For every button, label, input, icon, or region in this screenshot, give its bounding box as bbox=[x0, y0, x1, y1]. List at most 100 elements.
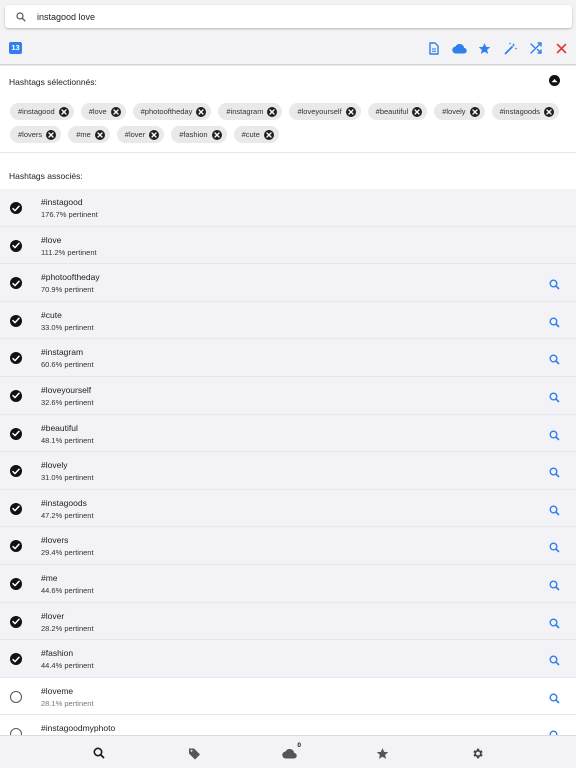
search-input[interactable]: instagood love bbox=[37, 12, 95, 22]
search-hashtag-icon[interactable] bbox=[549, 315, 561, 328]
relevance-text: 60.6% pertinent bbox=[41, 360, 94, 370]
chip-label: #beautiful bbox=[375, 107, 409, 116]
selected-chip[interactable]: #lover bbox=[116, 126, 165, 143]
search-hashtag-icon[interactable] bbox=[549, 653, 561, 666]
checked-icon[interactable] bbox=[10, 615, 22, 628]
relevance-text: 44.6% pertinent bbox=[41, 585, 94, 595]
nav-cloud[interactable]: 0 bbox=[281, 742, 301, 761]
copy-icon bbox=[429, 41, 439, 55]
hashtag-row[interactable]: #instagoodmyphoto bbox=[0, 715, 576, 735]
selected-chip[interactable]: #cute bbox=[233, 126, 279, 143]
remove-chip-icon[interactable] bbox=[94, 129, 105, 140]
search-hashtag-icon[interactable] bbox=[549, 503, 561, 516]
nav-tags[interactable] bbox=[186, 745, 202, 761]
checked-icon[interactable] bbox=[10, 502, 22, 515]
selected-section-title: Hashtags sélectionnés: bbox=[9, 77, 97, 87]
checked-icon[interactable] bbox=[10, 314, 22, 327]
favorite-button[interactable] bbox=[476, 40, 492, 56]
remove-chip-icon[interactable] bbox=[267, 106, 278, 117]
search-hashtag-icon[interactable] bbox=[549, 465, 561, 478]
selected-chip[interactable]: #beautiful bbox=[367, 103, 428, 120]
hashtag-row[interactable]: #lover 28.2% pertinent bbox=[0, 602, 576, 641]
checked-icon[interactable] bbox=[10, 653, 22, 666]
remove-chip-icon[interactable] bbox=[46, 129, 57, 140]
selected-count-badge: 13 bbox=[9, 42, 22, 54]
hashtag-row[interactable]: #instagood 176.7% pertinent bbox=[0, 189, 576, 227]
hashtag-row[interactable]: #love 111.2% pertinent bbox=[0, 226, 576, 265]
checked-icon[interactable] bbox=[10, 540, 22, 553]
search-hashtag-icon[interactable] bbox=[549, 352, 561, 365]
remove-chip-icon[interactable] bbox=[345, 106, 356, 117]
checked-icon[interactable] bbox=[10, 277, 22, 290]
selected-chip[interactable]: #instagood bbox=[10, 103, 74, 120]
remove-chip-icon[interactable] bbox=[58, 106, 69, 117]
checked-icon[interactable] bbox=[10, 239, 22, 252]
selected-chip[interactable]: #lovely bbox=[434, 103, 485, 120]
search-hashtag-icon[interactable] bbox=[549, 728, 561, 735]
hashtag-row[interactable]: #me 44.6% pertinent bbox=[0, 564, 576, 603]
hashtag-row[interactable]: #loveyourself 32.6% pertinent bbox=[0, 376, 576, 415]
selected-chip[interactable]: #me bbox=[68, 126, 110, 143]
hashtag-row[interactable]: #instagoods 47.2% pertinent bbox=[0, 489, 576, 528]
magic-wand-button[interactable] bbox=[502, 40, 518, 56]
checked-icon[interactable] bbox=[10, 577, 22, 590]
unchecked-circle-icon[interactable] bbox=[10, 728, 22, 735]
checked-icon[interactable] bbox=[10, 389, 22, 402]
remove-chip-icon[interactable] bbox=[544, 106, 555, 117]
chip-label: #instagram bbox=[226, 107, 264, 116]
selected-chip[interactable]: #fashion bbox=[171, 126, 227, 143]
hashtag-row[interactable]: #lovers 29.4% pertinent bbox=[0, 527, 576, 565]
remove-chip-icon[interactable] bbox=[149, 129, 160, 140]
hashtag-row[interactable]: #lovely 31.0% pertinent bbox=[0, 452, 576, 490]
search-hashtag-icon[interactable] bbox=[549, 578, 561, 591]
shuffle-button[interactable] bbox=[528, 40, 544, 56]
relevance-text: 33.0% pertinent bbox=[41, 322, 94, 332]
cloud-button[interactable] bbox=[451, 40, 467, 56]
collapse-button[interactable] bbox=[549, 75, 560, 86]
chip-label: #lovers bbox=[18, 130, 43, 139]
hashtag-row[interactable]: #loveme 28.1% pertinent bbox=[0, 677, 576, 716]
clear-button[interactable] bbox=[553, 40, 569, 56]
checked-icon[interactable] bbox=[10, 427, 22, 440]
selected-chip[interactable]: #lovers bbox=[10, 126, 62, 143]
hashtag-label: #lovers bbox=[41, 535, 69, 546]
checked-icon[interactable] bbox=[10, 465, 22, 478]
search-hashtag-icon[interactable] bbox=[549, 390, 561, 403]
hashtag-row[interactable]: #photooftheday 70.9% pertinent bbox=[0, 264, 576, 302]
relevance-text: 29.4% pertinent bbox=[41, 548, 94, 558]
selected-chip[interactable]: #instagram bbox=[218, 103, 283, 120]
checked-icon[interactable] bbox=[10, 202, 22, 214]
selected-chip[interactable]: #instagoods bbox=[491, 103, 560, 120]
search-hashtag-icon[interactable] bbox=[549, 691, 561, 704]
remove-chip-icon[interactable] bbox=[469, 106, 480, 117]
hashtag-row[interactable]: #instagram 60.6% pertinent bbox=[0, 339, 576, 377]
chevron-up-icon bbox=[551, 79, 558, 83]
nav-search[interactable] bbox=[91, 745, 107, 761]
selected-chip[interactable]: #loveyourself bbox=[289, 103, 361, 120]
search-hashtag-icon[interactable] bbox=[549, 616, 561, 629]
hashtag-row[interactable]: #beautiful 48.1% pertinent bbox=[0, 414, 576, 453]
unchecked-circle-icon[interactable] bbox=[10, 690, 22, 703]
star-icon bbox=[478, 42, 490, 54]
remove-chip-icon[interactable] bbox=[412, 106, 423, 117]
nav-favorites[interactable] bbox=[374, 745, 390, 761]
nav-settings[interactable] bbox=[469, 745, 485, 761]
shuffle-icon bbox=[529, 41, 542, 54]
search-hashtag-icon[interactable] bbox=[549, 428, 561, 441]
hashtag-label: #beautiful bbox=[41, 422, 78, 433]
cloud-icon bbox=[281, 748, 297, 759]
hashtag-row[interactable]: #cute 33.0% pertinent bbox=[0, 301, 576, 340]
remove-chip-icon[interactable] bbox=[196, 106, 207, 117]
selected-chip[interactable]: #photooftheday bbox=[132, 103, 212, 120]
remove-chip-icon[interactable] bbox=[211, 129, 222, 140]
relevance-text: 32.6% pertinent bbox=[41, 397, 94, 407]
search-hashtag-icon[interactable] bbox=[549, 540, 561, 553]
search-hashtag-icon[interactable] bbox=[549, 277, 561, 290]
checked-icon[interactable] bbox=[10, 352, 22, 365]
copy-button[interactable] bbox=[426, 40, 442, 56]
remove-chip-icon[interactable] bbox=[263, 129, 274, 140]
search-box[interactable]: instagood love bbox=[5, 5, 572, 28]
selected-chip[interactable]: #love bbox=[80, 103, 126, 120]
hashtag-row[interactable]: #fashion 44.4% pertinent bbox=[0, 640, 576, 678]
remove-chip-icon[interactable] bbox=[110, 106, 121, 117]
